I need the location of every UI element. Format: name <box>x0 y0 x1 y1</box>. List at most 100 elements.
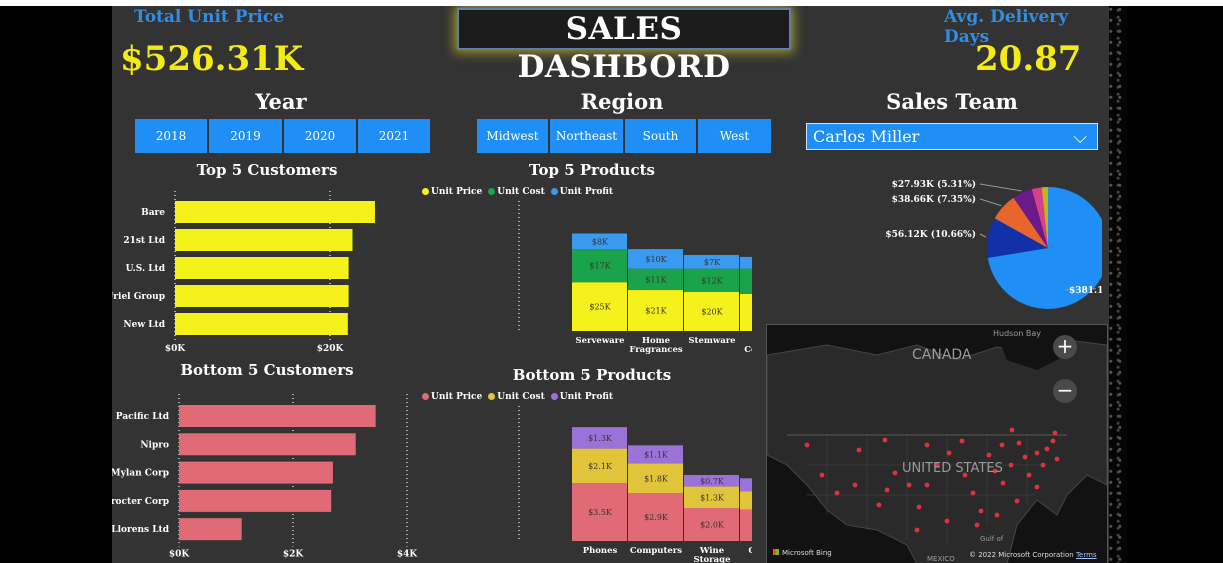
map-marker[interactable] <box>1009 427 1015 433</box>
north-america-land <box>767 339 1107 563</box>
map-marker[interactable] <box>974 522 980 528</box>
data-label: $1.8K <box>644 474 669 483</box>
map-marker[interactable] <box>884 487 890 493</box>
region-option-northeast[interactable]: Northeast <box>550 119 623 153</box>
map-marker[interactable] <box>906 482 912 488</box>
bar[interactable] <box>175 285 349 307</box>
map-marker[interactable] <box>916 504 922 510</box>
region-slicer-title: Region <box>580 89 664 114</box>
pie-label: $38.66K (7.35%) <box>892 194 976 205</box>
pie-leader-line <box>979 233 987 238</box>
map-marker[interactable] <box>1022 454 1028 460</box>
map-marker[interactable] <box>882 437 888 443</box>
pie-label: $381.12K (72.41%) <box>1069 285 1102 296</box>
map-marker[interactable] <box>970 490 976 496</box>
sales-map[interactable]: CANADA UNITED STATES Hudson Bay Gulf of … <box>766 324 1108 563</box>
map-marker[interactable] <box>1034 484 1040 490</box>
map-attribution: © 2022 Microsoft Corporation Terms <box>969 551 1097 559</box>
region-option-midwest[interactable]: Midwest <box>477 119 548 153</box>
map-marker[interactable] <box>986 452 992 458</box>
map-marker[interactable] <box>999 442 1005 448</box>
stacked-bar-segment[interactable] <box>740 293 752 331</box>
stacked-bar-segment[interactable] <box>740 491 752 510</box>
region-option-south[interactable]: South <box>625 119 696 153</box>
sales-team-slicer-title: Sales Team <box>886 89 1018 114</box>
map-marker[interactable] <box>804 442 810 448</box>
map-marker[interactable] <box>852 482 858 488</box>
stacked-bar-segment[interactable] <box>740 268 752 294</box>
category-label: Serveware <box>575 336 625 346</box>
right-margin <box>1109 6 1223 563</box>
legend-swatch <box>422 393 429 400</box>
map-marker[interactable] <box>1014 498 1020 504</box>
map-marker[interactable] <box>819 472 825 478</box>
legend-swatch <box>422 188 429 195</box>
stacked-bar-segment[interactable] <box>740 509 752 541</box>
map-marker[interactable] <box>946 450 952 456</box>
category-label: Mylan Corp <box>112 469 169 479</box>
chevron-down-icon: ⌵ <box>1073 127 1087 148</box>
data-label: $1.3K <box>700 493 725 502</box>
map-marker[interactable] <box>892 470 898 476</box>
year-option-2019[interactable]: 2019 <box>209 119 282 153</box>
zoom-in-button[interactable]: + <box>1053 335 1077 359</box>
map-marker[interactable] <box>1044 446 1050 452</box>
bar[interactable] <box>179 489 332 512</box>
map-marker[interactable] <box>924 442 930 448</box>
map-marker[interactable] <box>914 527 920 533</box>
year-option-2021[interactable]: 2021 <box>358 119 430 153</box>
terms-link[interactable]: Terms <box>1076 551 1097 559</box>
bar[interactable] <box>175 229 353 251</box>
region-slicer: Midwest Northeast South West <box>477 119 771 153</box>
region-option-west[interactable]: West <box>698 119 771 153</box>
map-marker[interactable] <box>1050 438 1056 444</box>
bottom5-customers-chart: $0K$2K$4KPacific LtdNiproMylan CorpProct… <box>112 394 418 560</box>
map-marker[interactable] <box>978 508 984 514</box>
map-marker[interactable] <box>1026 472 1032 478</box>
map-marker[interactable] <box>1008 462 1014 468</box>
map-marker[interactable] <box>834 490 840 496</box>
legend-unit-cost: Unit Cost <box>488 392 545 402</box>
legend-unit-price: Unit Price <box>422 392 482 402</box>
left-margin <box>0 6 112 563</box>
bar[interactable] <box>175 313 348 335</box>
data-label: $10K <box>645 255 667 264</box>
map-marker[interactable] <box>924 482 930 488</box>
bar[interactable] <box>179 405 376 427</box>
total-unit-price-value: $526.31K <box>120 39 304 79</box>
category-label: Outdoor <box>748 546 752 556</box>
sales-team-dropdown[interactable]: Carlos Miller ⌵ <box>806 123 1098 150</box>
map-marker[interactable] <box>959 438 965 444</box>
zoom-out-button[interactable]: − <box>1053 379 1077 403</box>
bar[interactable] <box>179 518 242 541</box>
map-marker[interactable] <box>876 502 882 508</box>
stacked-bar-segment[interactable] <box>740 478 752 492</box>
bar[interactable] <box>179 433 356 456</box>
category-label: Computers <box>630 546 682 556</box>
bar[interactable] <box>179 461 333 484</box>
map-marker[interactable] <box>1052 430 1058 436</box>
year-option-2020[interactable]: 2020 <box>284 119 356 153</box>
year-option-2018[interactable]: 2018 <box>135 119 207 153</box>
map-label-united-states: UNITED STATES <box>902 461 1003 476</box>
bottom5-customers-title: Bottom 5 Customers <box>180 361 354 379</box>
map-marker[interactable] <box>856 447 862 453</box>
pie-label: $56.12K (10.66%) <box>885 229 976 240</box>
map-marker[interactable] <box>1054 456 1060 462</box>
map-marker[interactable] <box>1016 440 1022 446</box>
map-marker[interactable] <box>1040 462 1046 468</box>
stacked-bar-segment[interactable] <box>740 256 752 269</box>
map-marker[interactable] <box>944 518 950 524</box>
data-label: $7K <box>704 258 721 267</box>
category-label: 21st Ltd <box>123 236 165 246</box>
year-slicer-title: Year <box>255 89 307 114</box>
map-marker[interactable] <box>1034 450 1040 456</box>
pie-leader-line <box>979 183 1022 192</box>
bar[interactable] <box>175 201 375 223</box>
bar[interactable] <box>175 257 349 279</box>
legend-unit-cost: Unit Cost <box>488 187 545 197</box>
category-label: New Ltd <box>123 320 165 330</box>
map-marker[interactable] <box>1000 480 1006 486</box>
map-marker[interactable] <box>994 512 1000 518</box>
pie-leader-line <box>979 198 1002 207</box>
